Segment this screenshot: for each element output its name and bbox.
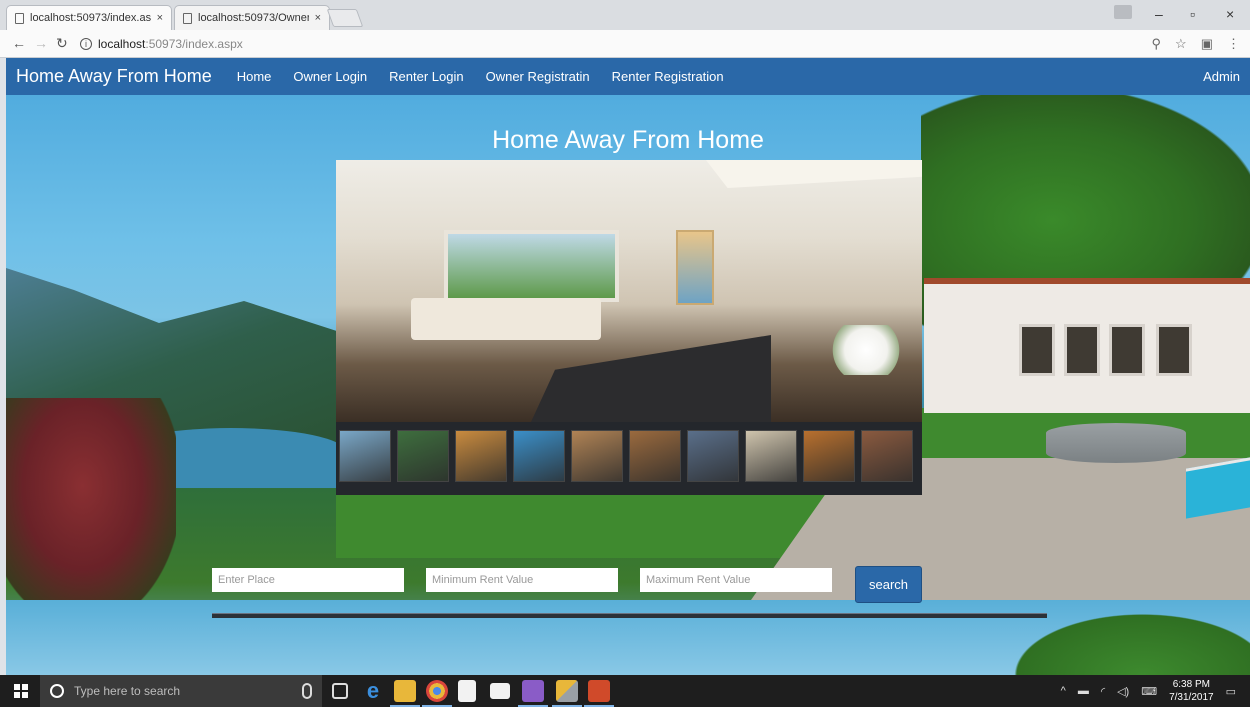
keyboard-icon[interactable]: ⌨	[1141, 685, 1157, 698]
clock-time: 6:38 PM	[1172, 679, 1210, 690]
nav-admin[interactable]: Admin	[1203, 69, 1240, 84]
tab-index[interactable]: localhost:50973/index.as ×	[6, 5, 172, 30]
slider-thumbnail[interactable]	[803, 430, 855, 482]
browser-tabstrip: localhost:50973/index.as × localhost:509…	[0, 0, 1250, 30]
slider-thumbnail[interactable]	[339, 430, 391, 482]
system-tray: ^ ▬ ◜ ◁) ⌨ 6:38 PM 7/31/2017 ▭	[1061, 675, 1250, 707]
windows-start-icon[interactable]	[14, 684, 28, 698]
nav-owner-login[interactable]: Owner Login	[293, 69, 367, 84]
web-page: Home Away From Home Home Owner Login Ren…	[6, 58, 1250, 675]
taskbar-search-placeholder: Type here to search	[74, 684, 181, 698]
place-input[interactable]: Enter Place	[212, 568, 404, 592]
address-path: :50973/index.aspx	[145, 36, 243, 51]
new-tab-button[interactable]	[326, 9, 364, 27]
hero-title: Home Away From Home	[492, 126, 764, 154]
tab-title: localhost:50973/index.as	[30, 12, 151, 24]
max-rent-input[interactable]: Maximum Rent Value	[640, 568, 832, 592]
clock[interactable]: 6:38 PM 7/31/2017	[1169, 678, 1214, 704]
address-host: localhost	[98, 36, 146, 51]
nav-renter-registration[interactable]: Renter Registration	[612, 69, 724, 84]
slider-thumbnail[interactable]	[513, 430, 565, 482]
nav-renter-login[interactable]: Renter Login	[389, 69, 463, 84]
results-divider	[212, 613, 1047, 618]
browser-toolbar: ← → ↻ i localhost:50973/index.aspx ⚲ ☆ ▣…	[0, 30, 1250, 58]
extension-icon[interactable]: ▣	[1201, 36, 1213, 52]
slider-thumbnail[interactable]	[629, 430, 681, 482]
volume-icon[interactable]: ◁)	[1117, 685, 1129, 698]
toolbar-icons: ⚲ ☆ ▣ ⋮	[1152, 36, 1240, 52]
bookmark-star-icon[interactable]: ☆	[1175, 36, 1187, 52]
page-icon	[15, 12, 24, 24]
task-view-icon[interactable]	[332, 683, 348, 699]
cortana-icon	[50, 684, 64, 698]
forward-icon[interactable]: →	[34, 35, 48, 51]
room-window	[444, 230, 619, 302]
restore-icon[interactable]: ▫	[1190, 6, 1195, 22]
tab-title: localhost:50973/Owner	[198, 12, 309, 24]
powerpoint-icon[interactable]	[584, 680, 614, 707]
wall-art	[676, 230, 714, 305]
ceiling-light	[706, 160, 922, 188]
edge-icon[interactable]: e	[362, 680, 384, 702]
image-slider	[336, 160, 922, 495]
minimize-icon[interactable]: –	[1155, 6, 1163, 22]
site-brand[interactable]: Home Away From Home	[16, 66, 212, 87]
search-bar: Enter Place Minimum Rent Value Maximum R…	[212, 566, 922, 603]
taskbar-search[interactable]: Type here to search	[40, 675, 322, 707]
slider-thumbnail[interactable]	[687, 430, 739, 482]
nav-home[interactable]: Home	[237, 69, 272, 84]
microphone-icon[interactable]	[302, 683, 312, 699]
slider-main-image[interactable]	[336, 160, 922, 422]
battery-icon[interactable]: ▬	[1078, 685, 1089, 697]
close-icon[interactable]: ×	[157, 12, 163, 24]
reload-icon[interactable]: ↻	[56, 35, 68, 52]
slider-thumbnails	[339, 430, 919, 482]
tab-owner[interactable]: localhost:50973/Owner ×	[174, 5, 330, 30]
visual-studio-icon[interactable]	[518, 680, 548, 707]
slider-thumbnail[interactable]	[571, 430, 623, 482]
back-icon[interactable]: ←	[12, 35, 26, 51]
menu-icon[interactable]: ⋮	[1227, 36, 1240, 52]
file-explorer-icon[interactable]	[390, 680, 420, 707]
min-rent-input[interactable]: Minimum Rent Value	[426, 568, 618, 592]
clock-date: 7/31/2017	[1169, 692, 1214, 703]
windows-taskbar: Type here to search e ^ ▬ ◜ ◁) ⌨ 6:38 PM…	[0, 675, 1250, 707]
info-icon[interactable]: i	[80, 37, 92, 50]
profile-icon[interactable]	[1114, 5, 1132, 19]
slider-thumbnail[interactable]	[455, 430, 507, 482]
slider-thumbnail[interactable]	[861, 430, 913, 482]
background-red-tree	[6, 398, 176, 618]
site-navbar: Home Away From Home Home Owner Login Ren…	[6, 58, 1250, 95]
background-house	[924, 278, 1250, 413]
chrome-icon[interactable]	[422, 680, 452, 707]
zoom-icon[interactable]: ⚲	[1152, 36, 1162, 52]
tools-icon[interactable]	[552, 680, 582, 707]
chevron-up-icon[interactable]: ^	[1061, 685, 1066, 697]
notifications-icon[interactable]: ▭	[1226, 685, 1236, 698]
close-icon[interactable]: ×	[315, 12, 321, 24]
room-flowers	[826, 325, 906, 375]
slider-thumbnail[interactable]	[745, 430, 797, 482]
wifi-icon[interactable]: ◜	[1101, 685, 1105, 698]
nav-owner-registration[interactable]: Owner Registratin	[486, 69, 590, 84]
close-window-icon[interactable]: ×	[1226, 6, 1234, 22]
address-bar[interactable]: i localhost:50973/index.aspx	[80, 33, 1180, 54]
store-icon[interactable]	[458, 680, 476, 702]
page-icon	[183, 12, 192, 24]
room-table	[531, 335, 771, 422]
room-sofa	[411, 298, 601, 340]
search-button[interactable]: search	[855, 566, 922, 603]
slider-thumbnail[interactable]	[397, 430, 449, 482]
mail-icon[interactable]	[490, 683, 510, 699]
background-planter	[1046, 423, 1186, 463]
background-lower-trees	[981, 598, 1250, 675]
